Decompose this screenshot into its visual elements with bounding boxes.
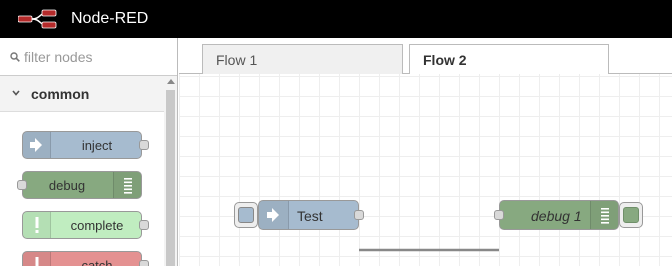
search-icon (10, 52, 20, 62)
palette-node-complete[interactable]: complete (22, 211, 149, 239)
palette-node-inject[interactable]: inject (22, 131, 149, 159)
palette-filter (0, 38, 177, 76)
palette-node-label: catch (81, 258, 113, 266)
palette-scrollbar[interactable] (164, 76, 177, 266)
list-icon (590, 201, 618, 229)
tab-label: Flow 2 (423, 52, 467, 68)
palette-sidebar: common inject debug (0, 38, 178, 266)
palette-node-label: complete (70, 218, 124, 233)
category-header-common[interactable]: common (0, 76, 164, 112)
trigger-button-icon (238, 207, 254, 223)
category-label: common (31, 86, 90, 102)
exclamation-icon (23, 212, 51, 238)
list-icon (113, 172, 141, 198)
output-port[interactable] (354, 210, 364, 220)
palette-node-label: inject (81, 138, 113, 153)
flow-tab-bar: Flow 1 Flow 2 (179, 38, 672, 75)
output-port (139, 140, 149, 150)
scrollbar-thumb[interactable] (166, 90, 175, 266)
input-port[interactable] (494, 210, 504, 220)
filter-nodes-input[interactable] (24, 48, 164, 66)
header-bar: Node-RED (0, 0, 672, 38)
connection-wire[interactable] (359, 244, 499, 254)
toggle-button-icon (623, 207, 639, 223)
arrow-in-icon (23, 132, 51, 158)
flow-node-test[interactable]: Test (258, 200, 364, 230)
palette-node-debug[interactable]: debug (17, 171, 142, 199)
tab-label: Flow 1 (216, 52, 258, 68)
palette-node-catch[interactable]: catch (22, 251, 149, 266)
flow-canvas[interactable] (179, 74, 672, 266)
inject-trigger-button[interactable] (234, 202, 258, 228)
node-red-logo (18, 9, 57, 29)
chevron-down-icon (12, 90, 20, 96)
exclamation-icon (23, 252, 51, 266)
tab-flow-1[interactable]: Flow 1 (202, 44, 403, 74)
tab-flow-2[interactable]: Flow 2 (409, 44, 609, 75)
flow-node-label: Test (297, 208, 323, 224)
debug-toggle-button[interactable] (619, 202, 643, 228)
app-title: Node-RED (71, 10, 149, 27)
workspace: Flow 1 Flow 2 Test debug 1 (179, 38, 672, 266)
scroll-up-arrow-icon[interactable] (167, 79, 175, 84)
flow-node-label: debug 1 (531, 208, 582, 224)
output-port (139, 260, 149, 266)
arrow-in-icon (259, 201, 289, 229)
output-port (139, 220, 149, 230)
flow-node-debug-1[interactable]: debug 1 (494, 200, 619, 230)
palette-node-label: debug (48, 178, 86, 193)
